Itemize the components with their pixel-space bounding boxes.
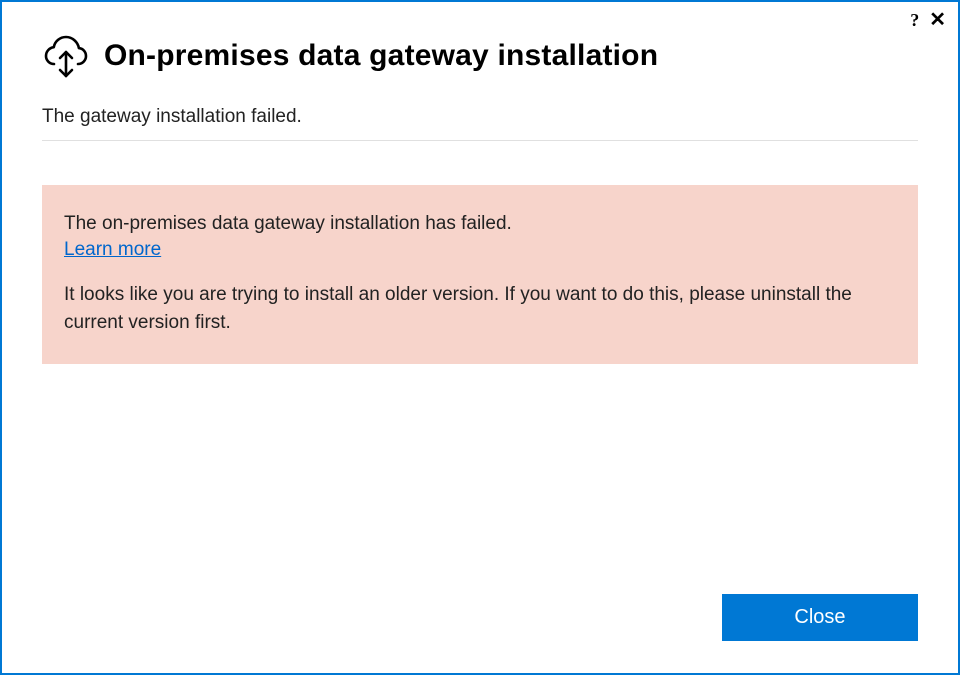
page-title: On-premises data gateway installation [104,39,658,73]
close-button[interactable]: Close [722,594,918,641]
error-title: The on-premises data gateway installatio… [64,213,896,235]
error-detail: It looks like you are trying to install … [64,281,896,336]
dialog-header: On-premises data gateway installation [2,2,958,90]
learn-more-link[interactable]: Learn more [64,239,161,261]
status-message: The gateway installation failed. [42,106,918,141]
dialog-footer: Close [2,594,958,673]
titlebar: ? ✕ [910,10,946,30]
error-panel: The on-premises data gateway installatio… [42,185,918,364]
cloud-arrow-icon [42,32,90,80]
help-icon[interactable]: ? [910,11,919,29]
installer-dialog: ? ✕ On-premises data gateway installatio… [0,0,960,675]
close-icon[interactable]: ✕ [929,10,946,30]
dialog-content: The gateway installation failed. The on-… [2,90,958,594]
